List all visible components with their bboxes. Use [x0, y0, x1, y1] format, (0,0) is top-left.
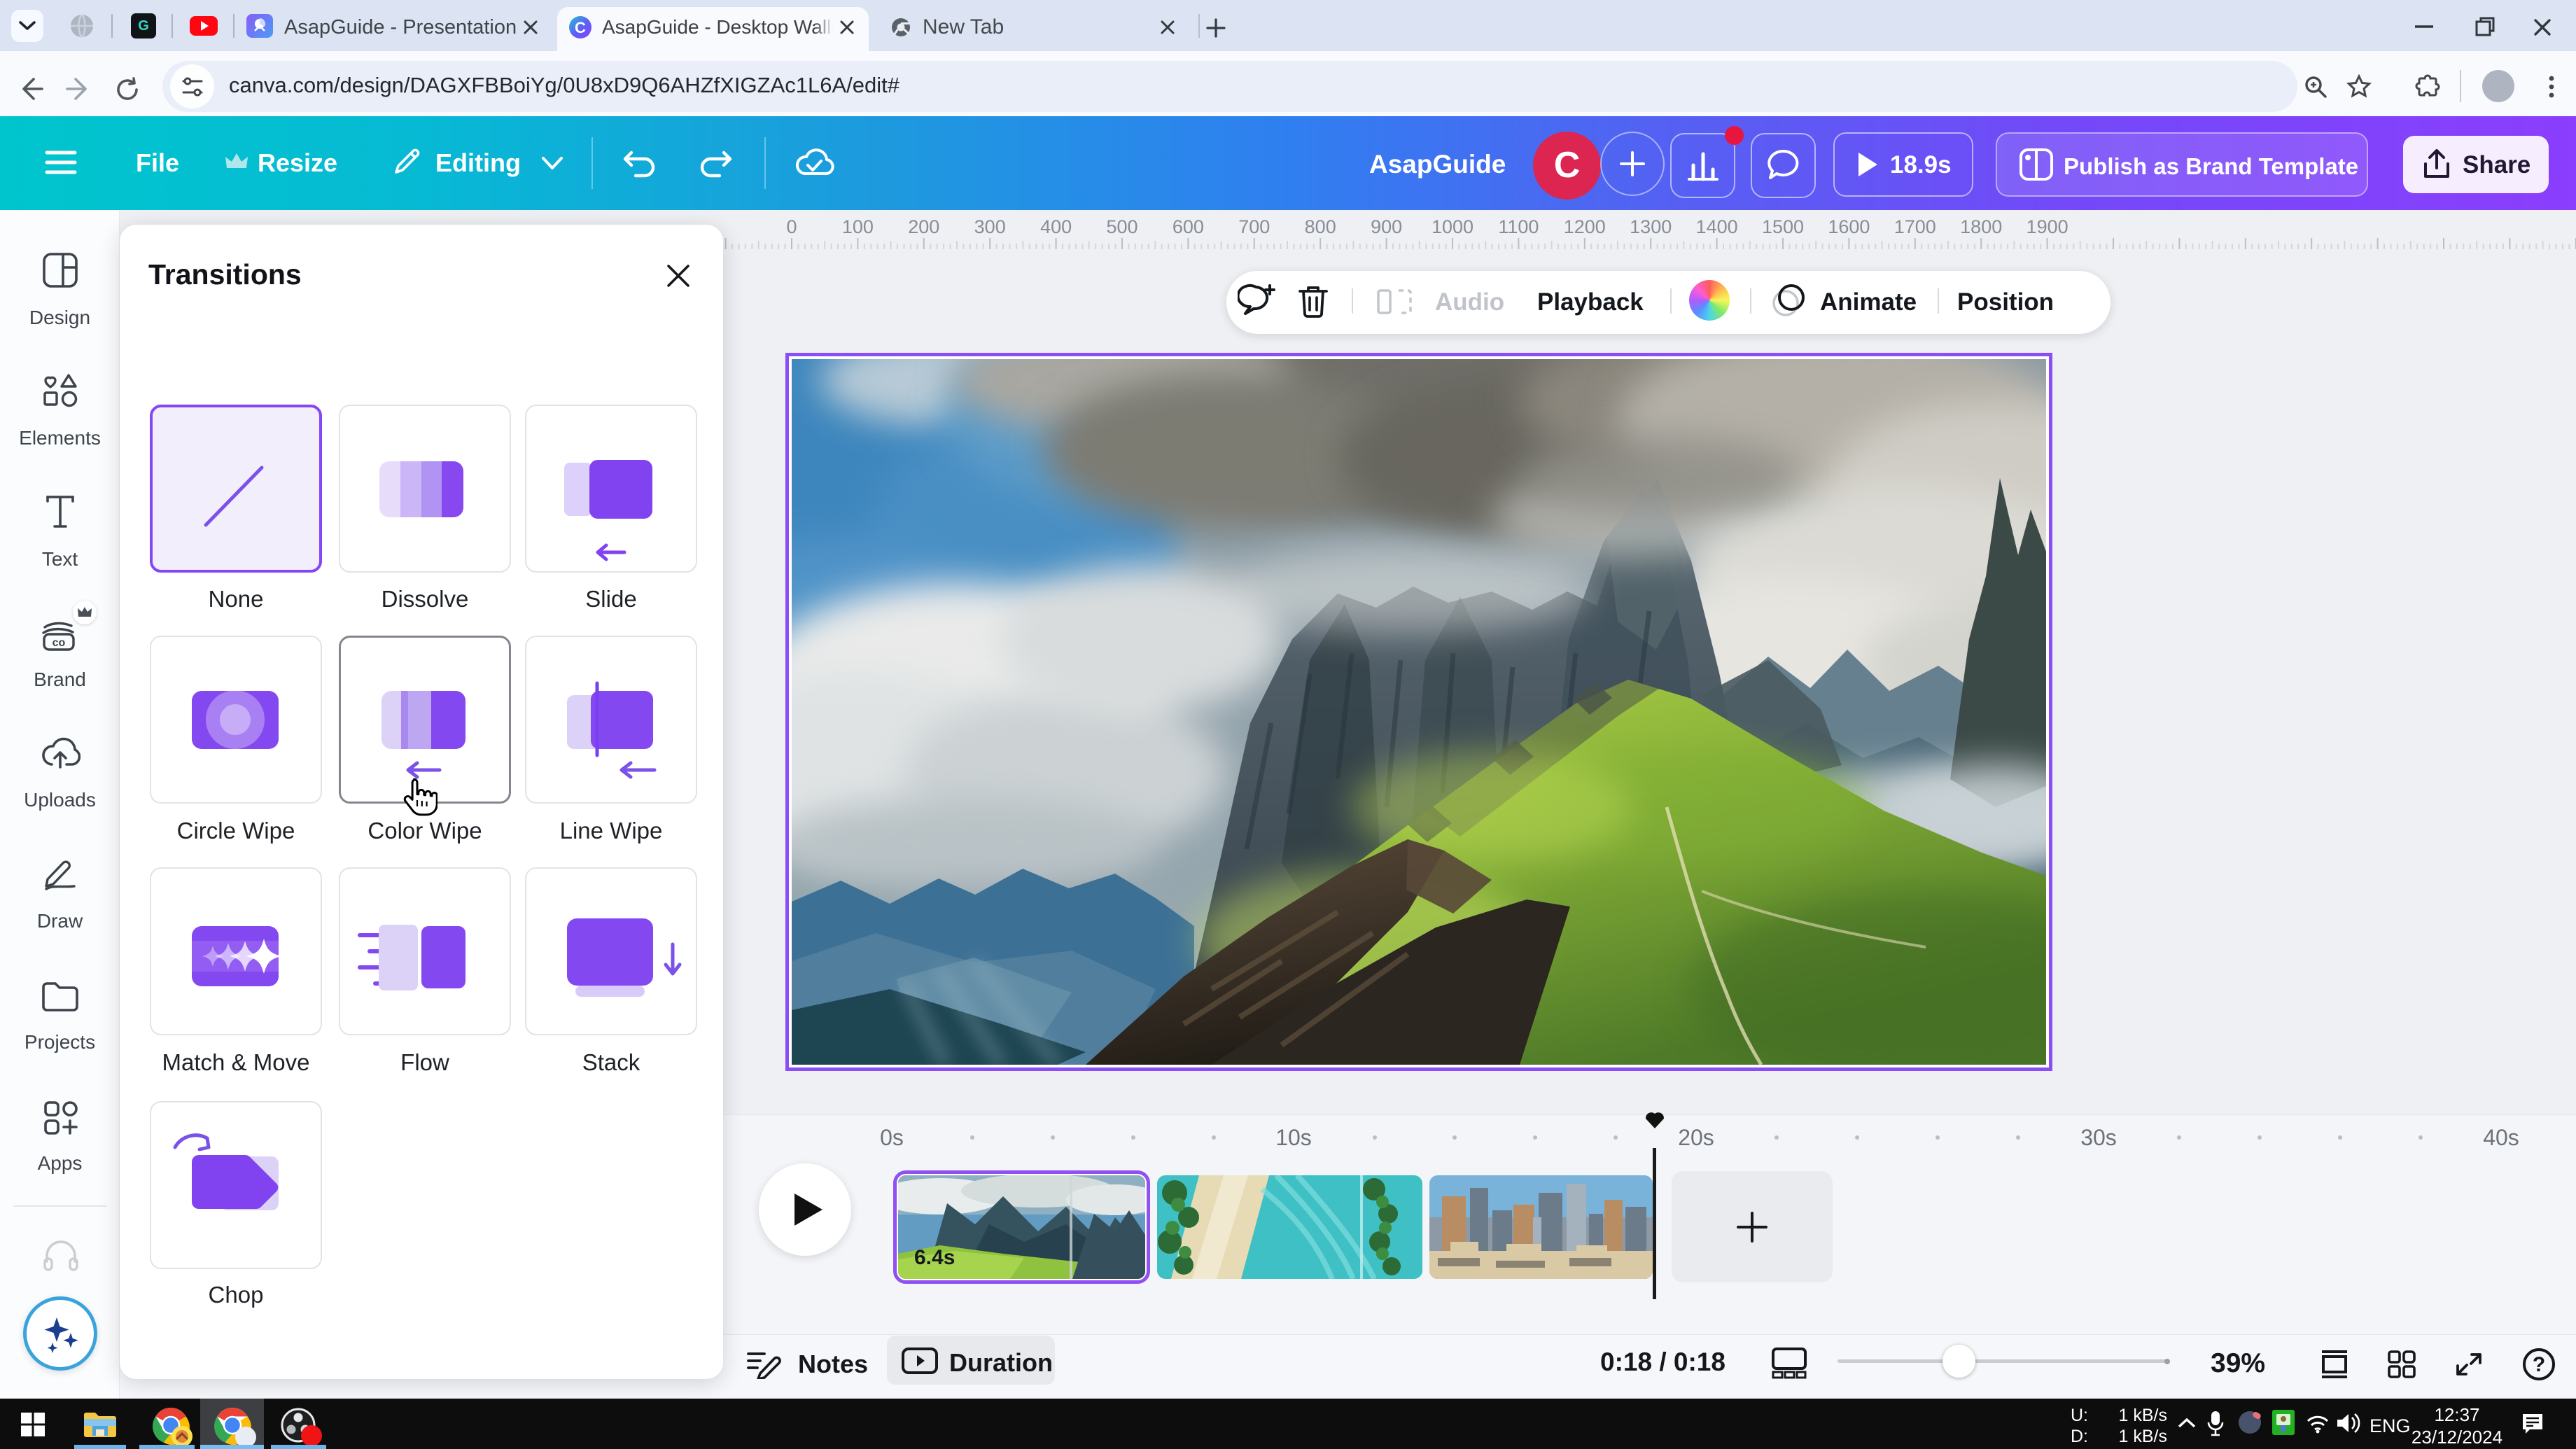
svg-text:1700: 1700: [1894, 216, 1936, 237]
svg-text:500: 500: [1106, 216, 1138, 237]
svg-text:1200: 1200: [1564, 216, 1606, 237]
svg-text:300: 300: [974, 216, 1006, 237]
svg-text:1500: 1500: [1762, 216, 1804, 237]
svg-text:0: 0: [786, 216, 797, 237]
svg-text:900: 900: [1371, 216, 1402, 237]
svg-text:200: 200: [908, 216, 939, 237]
svg-text:800: 800: [1305, 216, 1336, 237]
svg-text:1300: 1300: [1630, 216, 1672, 237]
svg-text:C: C: [575, 19, 586, 36]
svg-text:1000: 1000: [1432, 216, 1474, 237]
svg-text:400: 400: [1040, 216, 1072, 237]
svg-text:co: co: [52, 637, 66, 649]
svg-text:1600: 1600: [1828, 216, 1870, 237]
svg-text:1100: 1100: [1498, 216, 1539, 237]
svg-text:1400: 1400: [1696, 216, 1738, 237]
svg-text:600: 600: [1172, 216, 1204, 237]
svg-text:700: 700: [1238, 216, 1270, 237]
svg-text:1800: 1800: [1960, 216, 2002, 237]
svg-text:100: 100: [842, 216, 874, 237]
svg-text:1900: 1900: [2026, 216, 2068, 237]
